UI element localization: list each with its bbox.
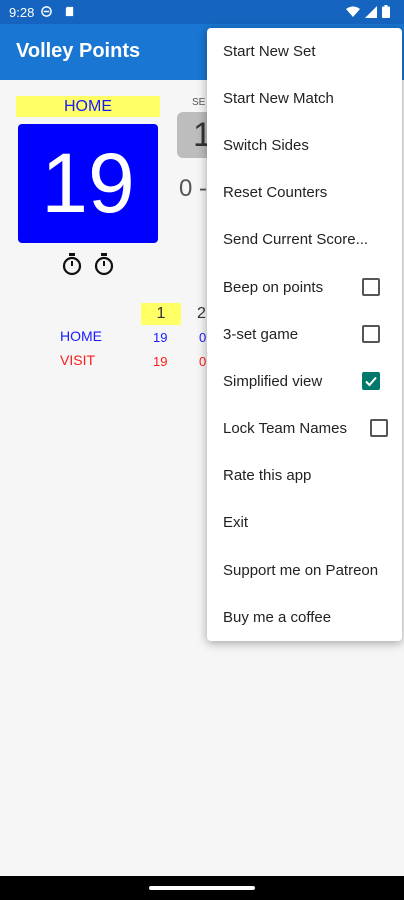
sd-card-icon xyxy=(65,6,74,17)
menu-item-3-set-game[interactable]: 3-set game xyxy=(207,311,402,358)
menu-item-exit[interactable]: Exit xyxy=(207,499,402,546)
battery-icon xyxy=(382,5,390,18)
sets-label: SE xyxy=(192,97,206,108)
menu-item-simplified-view[interactable]: Simplified view xyxy=(207,358,402,405)
menu-item-label: Start New Set xyxy=(223,43,316,60)
menu-item-label: Lock Team Names xyxy=(223,420,347,437)
menu-item-lock-team-names[interactable]: Lock Team Names xyxy=(207,405,402,452)
menu-item-label: Buy me a coffee xyxy=(223,609,332,626)
menu-item-buy-coffee[interactable]: Buy me a coffee xyxy=(207,594,402,641)
menu-item-send-current-score[interactable]: Send Current Score... xyxy=(207,216,402,263)
table-cell: 0 xyxy=(199,330,207,345)
stopwatch-icon[interactable] xyxy=(61,252,83,276)
app-title: Volley Points xyxy=(16,40,141,62)
menu-item-label: Exit xyxy=(223,514,249,531)
table-row-visit-label: VISIT xyxy=(60,352,96,368)
menu-item-switch-sides[interactable]: Switch Sides xyxy=(207,122,402,169)
menu-item-beep-on-points[interactable]: Beep on points xyxy=(207,264,402,311)
wifi-icon xyxy=(346,6,360,17)
home-gesture-handle[interactable] xyxy=(149,886,255,890)
menu-item-label: Rate this app xyxy=(223,467,312,484)
lock-team-names-checkbox[interactable] xyxy=(370,419,388,437)
status-time: 9:28 xyxy=(9,5,35,20)
vpn-icon xyxy=(41,6,52,17)
3-set-game-checkbox[interactable] xyxy=(362,325,380,343)
status-bar: 9:28 xyxy=(0,0,404,24)
checkmark-icon xyxy=(365,376,377,387)
simplified-view-checkbox[interactable] xyxy=(362,372,380,390)
set-header-2: 2 xyxy=(197,305,206,322)
menu-item-label: Support me on Patreon xyxy=(223,562,379,579)
navigation-bar xyxy=(0,876,404,900)
table-cell: 19 xyxy=(153,330,168,345)
table-cell: 0 xyxy=(199,354,207,369)
menu-item-reset-counters[interactable]: Reset Counters xyxy=(207,169,402,216)
menu-item-label: Beep on points xyxy=(223,279,324,296)
menu-item-label: Reset Counters xyxy=(223,184,328,201)
home-team-label[interactable]: HOME xyxy=(16,96,160,117)
menu-item-start-new-match[interactable]: Start New Match xyxy=(207,75,402,122)
stopwatch-icon[interactable] xyxy=(93,252,115,276)
status-icons xyxy=(346,5,390,18)
menu-item-label: Simplified view xyxy=(223,373,323,390)
signal-icon xyxy=(365,5,377,18)
menu-item-label: Send Current Score... xyxy=(223,231,369,248)
home-score-button[interactable]: 19 xyxy=(18,124,158,243)
sets-score: 0 - xyxy=(179,175,208,202)
menu-item-label: Switch Sides xyxy=(223,137,309,154)
menu-item-start-new-set[interactable]: Start New Set xyxy=(207,28,402,75)
overflow-menu: Start New Set Start New Match Switch Sid… xyxy=(207,28,402,641)
table-cell: 19 xyxy=(153,354,168,369)
beep-on-points-checkbox[interactable] xyxy=(362,278,380,296)
set-header-1: 1 xyxy=(141,303,181,325)
menu-item-rate-this-app[interactable]: Rate this app xyxy=(207,452,402,499)
menu-item-label: 3-set game xyxy=(223,326,299,343)
menu-item-label: Start New Match xyxy=(223,90,334,107)
menu-item-support-patreon[interactable]: Support me on Patreon xyxy=(207,547,402,594)
table-row-home-label: HOME xyxy=(60,328,102,344)
